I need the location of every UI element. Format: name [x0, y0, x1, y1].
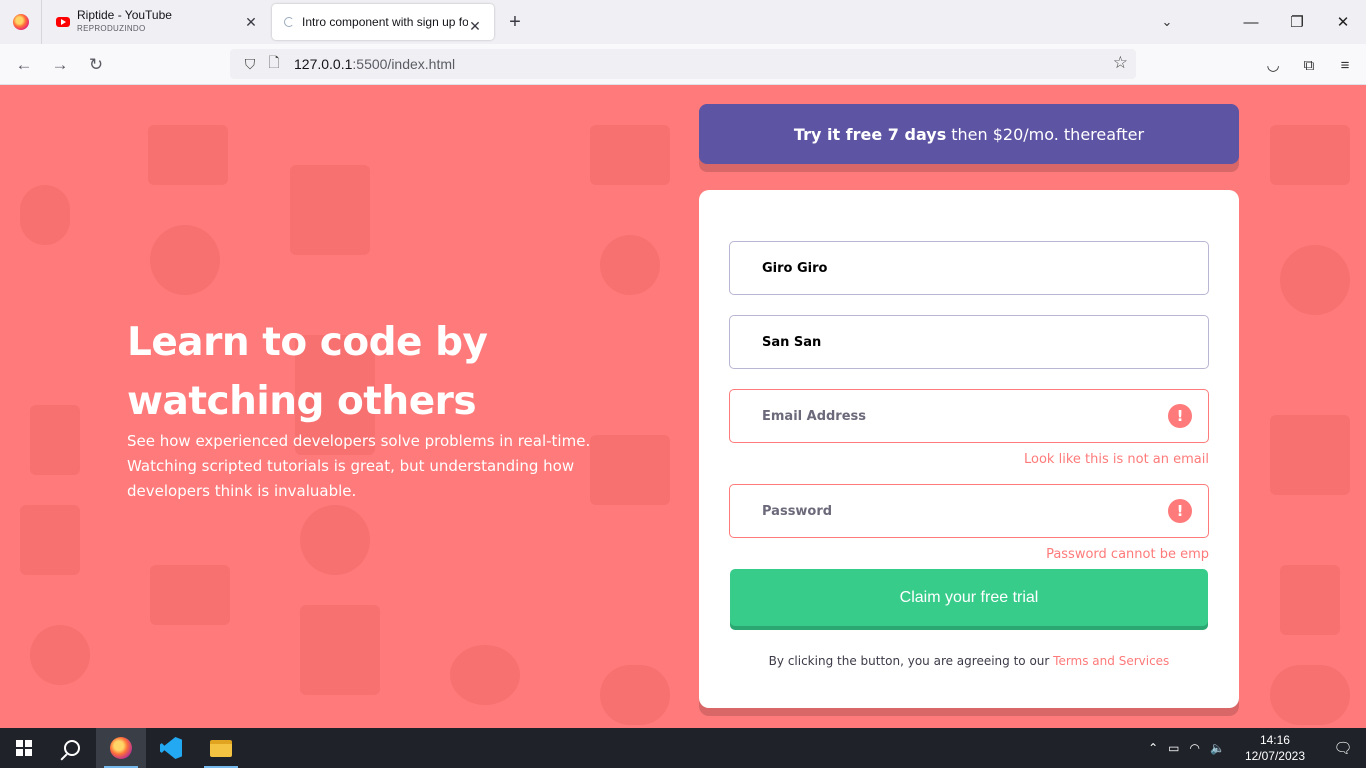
taskbar-file-explorer[interactable]	[196, 728, 246, 768]
windows-taskbar: ⌃ ▭ ◠ 🔈 14:16 12/07/2023 🗨	[0, 728, 1366, 768]
clock-time: 14:16	[1259, 733, 1290, 747]
error-icon: !	[1168, 404, 1192, 428]
volume-icon[interactable]: 🔈	[1205, 741, 1230, 755]
error-icon: !	[1168, 499, 1192, 523]
first-name-value: Giro Giro	[762, 260, 828, 276]
search-icon	[64, 740, 80, 756]
extensions-icon[interactable]: ⧉	[1296, 52, 1322, 78]
tracking-shield-icon[interactable]: ⛉	[236, 56, 264, 73]
taskbar-firefox[interactable]	[96, 728, 146, 768]
loading-favicon-icon	[284, 17, 294, 27]
promo-highlight: Try it free 7 days	[793, 124, 947, 144]
start-button[interactable]	[0, 728, 48, 768]
tab-title: Riptide - YouTube	[77, 8, 172, 22]
trial-promo-banner: Try it free 7 days then $20/mo. thereaft…	[699, 104, 1239, 164]
taskbar-vscode[interactable]	[146, 728, 196, 768]
vscode-icon	[160, 737, 182, 759]
close-window-button[interactable]: ✕	[1320, 0, 1366, 44]
battery-icon[interactable]: ▭	[1163, 741, 1184, 755]
browser-tab-bar: Riptide - YouTube REPRODUZINDO ✕ Intro c…	[0, 0, 1366, 44]
reload-icon[interactable]: ↻	[83, 52, 109, 78]
wifi-icon[interactable]: ◠	[1185, 741, 1205, 755]
hero-heading: Learn to code by watching others	[127, 320, 488, 424]
tab-youtube[interactable]: Riptide - YouTube REPRODUZINDO ✕	[42, 0, 270, 44]
email-error-message: Look like this is not an email	[1024, 452, 1209, 467]
tab-intro-component[interactable]: Intro component with sign up form ✕	[272, 4, 494, 40]
firefox-view-button[interactable]	[0, 0, 42, 44]
email-placeholder: Email Address	[762, 408, 867, 424]
restore-button[interactable]: ❐	[1274, 0, 1320, 44]
url-path: :5500/index.html	[352, 56, 456, 72]
minimize-button[interactable]: —	[1228, 0, 1274, 44]
youtube-icon	[56, 17, 70, 27]
show-hidden-icons-chevron-icon[interactable]: ⌃	[1143, 741, 1163, 755]
firefox-icon	[12, 14, 29, 30]
folder-icon	[210, 739, 232, 757]
close-tab-icon[interactable]: ✕	[466, 17, 484, 35]
address-bar[interactable]: ⛉ 🗋 127.0.0.1:5500/index.html ☆	[230, 49, 1136, 79]
search-button[interactable]	[48, 728, 96, 768]
close-tab-icon[interactable]: ✕	[242, 13, 260, 31]
firefox-icon	[110, 737, 132, 759]
bookmark-star-icon[interactable]: ☆	[1113, 53, 1128, 73]
terms-text: By clicking the button, you are agreeing…	[768, 654, 1050, 668]
browser-nav-bar: ← → ↻ ⛉ 🗋 127.0.0.1:5500/index.html ☆ ◡ …	[0, 44, 1366, 85]
tab-playing-label: REPRODUZINDO	[77, 24, 146, 33]
menu-hamburger-icon[interactable]: ≡	[1332, 52, 1358, 78]
first-name-input[interactable]: Giro Giro	[729, 241, 1209, 295]
password-input[interactable]: Password !	[729, 484, 1209, 538]
page-content: Learn to code by watching others See how…	[0, 85, 1366, 728]
password-error-message: Password cannot be emp	[1046, 547, 1209, 562]
page-info-icon[interactable]: 🗋	[264, 52, 284, 76]
claim-trial-button[interactable]: Claim your free trial	[730, 569, 1208, 626]
terms-notice: By clicking the button, you are agreeing…	[699, 654, 1239, 668]
forward-arrow-icon[interactable]: →	[47, 52, 73, 78]
last-name-value: San San	[762, 334, 822, 350]
hero-description: See how experienced developers solve pro…	[127, 432, 591, 500]
pocket-icon[interactable]: ◡	[1260, 52, 1286, 78]
signup-form-card: Giro Giro San San Email Address ! Look l…	[699, 190, 1239, 708]
new-tab-button[interactable]: +	[503, 10, 527, 34]
password-placeholder: Password	[762, 503, 833, 519]
promo-price: then $20/mo. thereafter	[951, 124, 1145, 144]
list-all-tabs-chevron-icon[interactable]: ⌄	[1156, 12, 1178, 32]
clock-date: 12/07/2023	[1244, 749, 1305, 763]
back-arrow-icon[interactable]: ←	[11, 52, 37, 78]
email-input[interactable]: Email Address !	[729, 389, 1209, 443]
notifications-icon[interactable]: 🗨	[1320, 739, 1366, 757]
windows-logo-icon	[16, 740, 32, 756]
terms-link[interactable]: Terms and Services	[1053, 654, 1169, 668]
last-name-input[interactable]: San San	[729, 315, 1209, 369]
url-host: 127.0.0.1	[294, 56, 353, 72]
clock[interactable]: 14:16 12/07/2023	[1230, 732, 1320, 764]
system-tray: ⌃ ▭ ◠ 🔈 14:16 12/07/2023 🗨	[1143, 728, 1366, 768]
tab-title: Intro component with sign up form	[302, 15, 468, 29]
